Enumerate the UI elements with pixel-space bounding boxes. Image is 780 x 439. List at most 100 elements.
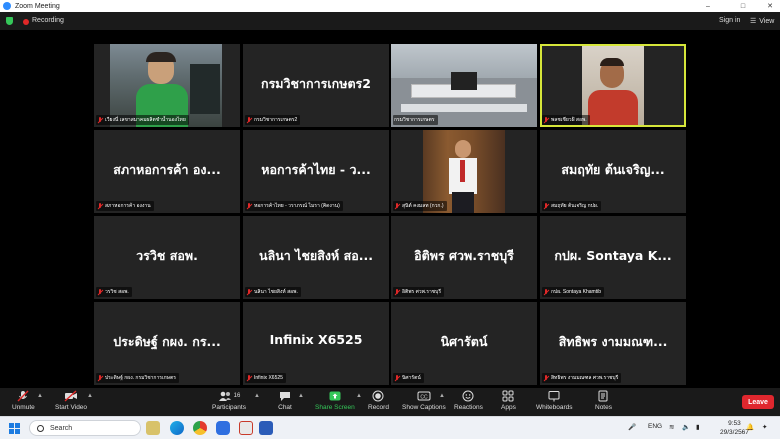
- participant-tile[interactable]: วรวิช สอพ. วรวิช สอพ.: [94, 216, 240, 299]
- search-icon: [37, 424, 44, 432]
- participant-name-label: Infinix X6525: [245, 373, 286, 383]
- edge-browser-icon[interactable]: [170, 421, 184, 435]
- maximize-icon[interactable]: □: [733, 0, 753, 12]
- participant-tile[interactable]: นลินา ไชยสิงห์ สอ... นลินา ไชยสิงห์ สอพ.: [243, 216, 389, 299]
- windows-start-icon[interactable]: [9, 423, 20, 434]
- participant-name-label: หอการค้าไทย - วราภรณ์ ไมรา (คิดงาน): [245, 201, 343, 211]
- minimize-icon[interactable]: –: [698, 0, 718, 12]
- muted-mic-icon: [246, 288, 252, 296]
- muted-mic-icon: [394, 374, 400, 382]
- participant-display-name: สิทธิพร งามมณฑ...: [558, 334, 668, 349]
- participant-name-label: เวียงนี่ เลขาสมาคมผลิตชำน้ำนองไทย: [96, 115, 189, 125]
- participant-display-name: นลินา ไชยสิงห์ สอ...: [259, 248, 373, 263]
- apps-button[interactable]: Apps: [501, 390, 516, 411]
- share-screen-icon: [328, 390, 342, 402]
- muted-mic-icon: [394, 202, 400, 210]
- record-label: Record: [368, 404, 389, 411]
- muted-microphone-icon: [16, 390, 30, 402]
- reactions-label: Reactions: [454, 404, 483, 411]
- start-video-button[interactable]: Start Video: [55, 390, 87, 411]
- microphone-tray-icon[interactable]: 🎤: [628, 423, 636, 431]
- participant-tile-active-speaker[interactable]: พลชเชียวฝ้ สอพ.: [540, 44, 686, 127]
- participant-name-label: วรวิช สอพ.: [96, 287, 132, 297]
- unmute-button[interactable]: Unmute: [12, 390, 35, 411]
- muted-mic-icon: [246, 202, 252, 210]
- wifi-icon[interactable]: ≋: [669, 423, 674, 431]
- participant-display-name: วรวิช สอพ.: [136, 248, 198, 263]
- meeting-topbar: Recording Sign in ☰ View: [0, 12, 780, 30]
- file-explorer-icon[interactable]: [146, 421, 160, 435]
- participant-tile[interactable]: อิติพร ศวพ.ราชบุรี อิติพร ศวพ.ราชบุรี: [391, 216, 537, 299]
- recording-dot-icon: [23, 19, 29, 25]
- muted-mic-icon: [97, 202, 103, 210]
- view-button[interactable]: ☰ View: [750, 17, 774, 26]
- participant-tile[interactable]: สิทธิพร งามมณฑ... สิทธิพร งามมณฑล ศวพ.รา…: [540, 302, 686, 385]
- participant-tile[interactable]: Infinix X6525 Infinix X6525: [243, 302, 389, 385]
- close-icon[interactable]: ✕: [760, 0, 780, 12]
- copilot-icon[interactable]: ✦: [762, 423, 767, 431]
- grid-icon: ☰: [750, 18, 757, 25]
- taskbar-search-box[interactable]: Search: [29, 420, 141, 436]
- participant-tile[interactable]: สมฤทัย ต้นเจริญ... สมฤทัย ต้นเจริญ กปผ.: [540, 130, 686, 213]
- chat-caret-icon[interactable]: ▲: [298, 393, 304, 399]
- recording-label[interactable]: Recording: [32, 17, 64, 24]
- participant-tile[interactable]: สภาหอการค้า อง... สภาหอการค้า องงาน: [94, 130, 240, 213]
- notes-label: Notes: [595, 404, 612, 411]
- participant-tile[interactable]: หอการค้าไทย - ว... หอการค้าไทย - วราภรณ์…: [243, 130, 389, 213]
- participant-tile[interactable]: กรมวิชาการเกษตร2 กรมวิชาการเกษตร2: [243, 44, 389, 127]
- participant-display-name: กรมวิชาการเกษตร2: [261, 76, 371, 91]
- whiteboards-label: Whiteboards: [536, 404, 573, 411]
- participant-display-name: สมฤทัย ต้นเจริญ...: [561, 162, 665, 177]
- participant-tile[interactable]: กรมวิชาการเกษตร: [391, 44, 537, 127]
- language-indicator[interactable]: ENG: [648, 423, 662, 430]
- chat-button[interactable]: Chat: [278, 390, 292, 411]
- participants-count: 16: [233, 393, 241, 399]
- whiteboards-button[interactable]: Whiteboards: [536, 390, 573, 411]
- battery-icon[interactable]: ▮: [696, 423, 700, 431]
- muted-mic-icon: [97, 374, 103, 382]
- participant-display-name: นิศารัตน์: [440, 334, 488, 349]
- participant-name-label: อิติพร ศวพ.ราชบุรี: [393, 287, 445, 297]
- participants-button[interactable]: 16 Participants: [212, 390, 246, 411]
- audio-options-caret-icon[interactable]: ▲: [37, 393, 43, 399]
- whiteboard-icon: [547, 390, 561, 402]
- muted-mic-icon: [543, 288, 549, 296]
- apps-icon: [501, 390, 515, 402]
- pdf-reader-icon[interactable]: [239, 421, 253, 435]
- share-screen-button[interactable]: Share Screen: [315, 390, 355, 411]
- leave-button[interactable]: Leave: [742, 395, 774, 409]
- participant-tile[interactable]: ประดิษฐ์ กผง. กร... ประดิษฐ์ กผง. กรมวิช…: [94, 302, 240, 385]
- shield-icon[interactable]: [6, 17, 13, 25]
- participant-video: [582, 46, 644, 125]
- notification-bell-icon[interactable]: 🔔: [746, 423, 754, 431]
- chat-icon: [278, 390, 292, 402]
- signin-button[interactable]: Sign in: [719, 17, 740, 24]
- muted-mic-icon: [97, 288, 103, 296]
- participant-tile[interactable]: สุนิต์ คงมลท (กวก.): [391, 130, 537, 213]
- notes-button[interactable]: Notes: [595, 390, 612, 411]
- captions-caret-icon[interactable]: ▲: [439, 393, 445, 399]
- share-caret-icon[interactable]: ▲: [356, 393, 362, 399]
- taskbar-clock[interactable]: 9:53 29/3/2567: [720, 419, 749, 437]
- muted-mic-icon: [543, 374, 549, 382]
- record-button[interactable]: Record: [368, 390, 389, 411]
- participants-icon: 16: [214, 390, 244, 402]
- muted-mic-icon: [97, 116, 103, 124]
- participant-tile[interactable]: เวียงนี่ เลขาสมาคมผลิตชำน้ำนองไทย: [94, 44, 240, 127]
- participant-name-label: สมฤทัย ต้นเจริญ กปผ.: [542, 201, 602, 211]
- participants-caret-icon[interactable]: ▲: [254, 393, 260, 399]
- chrome-browser-icon[interactable]: [193, 421, 207, 435]
- participant-tile[interactable]: กปผ. Sontaya K... กปผ. Sontaya Khamtib: [540, 216, 686, 299]
- participant-name-label: กรมวิชาการเกษตร2: [245, 115, 301, 125]
- participant-display-name: หอการค้าไทย - ว...: [261, 162, 371, 177]
- muted-mic-icon: [543, 116, 549, 124]
- word-icon[interactable]: [259, 421, 273, 435]
- store-icon[interactable]: [216, 421, 230, 435]
- reactions-button[interactable]: Reactions: [454, 390, 483, 411]
- video-options-caret-icon[interactable]: ▲: [87, 393, 93, 399]
- share-screen-label: Share Screen: [315, 404, 355, 411]
- speaker-icon[interactable]: 🔈: [682, 423, 690, 431]
- chat-label: Chat: [278, 404, 292, 411]
- participant-tile[interactable]: นิศารัตน์ นิศารัตน์: [391, 302, 537, 385]
- participant-display-name: อิติพร ศวพ.ราชบุรี: [414, 248, 514, 263]
